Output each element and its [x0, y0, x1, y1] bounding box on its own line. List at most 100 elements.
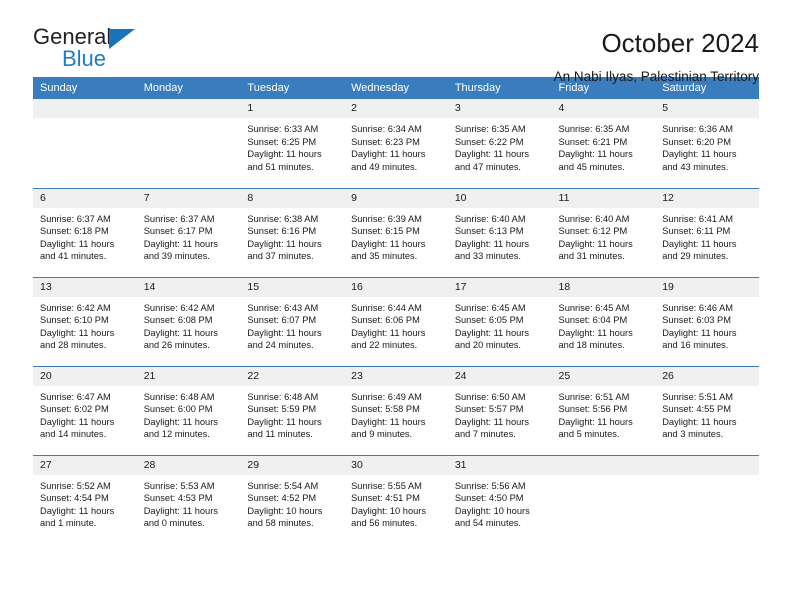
day-number: 31 [447, 455, 552, 475]
weekday-header-sunday: Sunday [33, 77, 137, 99]
calendar-day-cell[interactable]: 16 Sunrise: 6:44 AM Sunset: 6:06 PM Dayli… [344, 276, 448, 366]
day-number: 10 [447, 188, 552, 208]
calendar-day-cell[interactable]: 10 Sunrise: 6:40 AM Sunset: 6:13 PM Dayli… [447, 187, 552, 277]
logo-text-general: General [33, 24, 112, 49]
day-number: 4 [551, 99, 656, 118]
day-number: 21 [136, 366, 241, 386]
day-number: 12 [655, 188, 759, 208]
sun-times-text: Sunrise: 6:35 AM Sunset: 6:21 PM Dayligh… [558, 124, 633, 172]
day-number [136, 99, 241, 118]
sun-times-text: Sunrise: 6:43 AM Sunset: 6:07 PM Dayligh… [247, 302, 322, 351]
calendar-day-cell[interactable]: 31 Sunrise: 5:56 AM Sunset: 4:50 PM Dayli… [447, 454, 552, 544]
calendar-day-cell[interactable]: 9 Sunrise: 6:39 AM Sunset: 6:15 PM Daylig… [344, 187, 448, 277]
day-number: 5 [655, 99, 759, 118]
sun-times-text: Sunrise: 6:45 AM Sunset: 6:05 PM Dayligh… [454, 302, 530, 351]
calendar-day-cell[interactable]: 4 Sunrise: 6:35 AM Sunset: 6:21 PM Daylig… [551, 99, 656, 188]
calendar-day-cell[interactable]: 28 Sunrise: 5:53 AM Sunset: 4:53 PM Dayli… [136, 454, 241, 544]
day-number: 16 [344, 277, 448, 297]
day-number: 18 [551, 277, 656, 297]
day-number [33, 99, 137, 118]
calendar-day-cell[interactable]: 30 Sunrise: 5:55 AM Sunset: 4:51 PM Dayli… [344, 454, 448, 544]
day-number [551, 455, 656, 475]
sun-times-text: Sunrise: 6:48 AM Sunset: 6:00 PM Dayligh… [143, 391, 218, 440]
page-title: October 2024 [601, 28, 759, 58]
calendar-day-cell[interactable]: 19 Sunrise: 6:46 AM Sunset: 6:03 PM Dayli… [655, 276, 759, 366]
calendar-day-cell[interactable]: 3 Sunrise: 6:35 AM Sunset: 6:22 PM Daylig… [447, 99, 552, 188]
sun-times-text: Sunrise: 6:42 AM Sunset: 6:08 PM Dayligh… [143, 302, 218, 351]
calendar-week-row: 27 Sunrise: 5:52 AM Sunset: 4:54 PM Dayli… [33, 454, 759, 544]
sun-times-text: Sunrise: 6:37 AM Sunset: 6:17 PM Dayligh… [143, 213, 218, 262]
calendar-day-cell-empty [655, 454, 759, 544]
calendar-page: General Blue October 2024 An Nabi Ilyas,… [0, 0, 792, 612]
sun-times-text: Sunrise: 6:51 AM Sunset: 5:56 PM Dayligh… [558, 391, 633, 440]
day-number: 29 [240, 455, 345, 475]
calendar-week-row: 1 Sunrise: 6:33 AM Sunset: 6:25 PM Daylig… [33, 99, 759, 188]
calendar-day-cell[interactable]: 1 Sunrise: 6:33 AM Sunset: 6:25 PM Daylig… [240, 99, 345, 188]
sun-times-text: Sunrise: 6:48 AM Sunset: 5:59 PM Dayligh… [247, 391, 322, 440]
calendar-day-cell[interactable]: 7 Sunrise: 6:37 AM Sunset: 6:17 PM Daylig… [136, 187, 241, 277]
day-number: 7 [136, 188, 241, 208]
day-number: 27 [33, 455, 137, 475]
logo-text-blue: Blue [62, 46, 107, 71]
blue-triangle-icon [109, 29, 135, 49]
sun-times-text: Sunrise: 6:46 AM Sunset: 6:03 PM Dayligh… [662, 302, 737, 351]
calendar-day-cell[interactable]: 6 Sunrise: 6:37 AM Sunset: 6:18 PM Daylig… [33, 187, 137, 277]
day-number: 20 [33, 366, 137, 386]
calendar-week-row: 13 Sunrise: 6:42 AM Sunset: 6:10 PM Dayli… [33, 276, 759, 366]
weekday-header-tuesday: Tuesday [240, 77, 345, 99]
calendar-day-cell[interactable]: 15 Sunrise: 6:43 AM Sunset: 6:07 PM Dayli… [240, 276, 345, 366]
day-number: 25 [551, 366, 656, 386]
calendar-day-cell[interactable]: 22 Sunrise: 6:48 AM Sunset: 5:59 PM Dayli… [240, 365, 345, 455]
sun-times-text: Sunrise: 5:51 AM Sunset: 4:55 PM Dayligh… [662, 391, 737, 440]
calendar-day-cell[interactable]: 24 Sunrise: 6:50 AM Sunset: 5:57 PM Dayli… [447, 365, 552, 455]
calendar-day-cell[interactable]: 8 Sunrise: 6:38 AM Sunset: 6:16 PM Daylig… [240, 187, 345, 277]
calendar-day-cell-empty [136, 99, 241, 188]
calendar-day-cell[interactable]: 20 Sunrise: 6:47 AM Sunset: 6:02 PM Dayli… [33, 365, 137, 455]
calendar-day-cell[interactable]: 11 Sunrise: 6:40 AM Sunset: 6:12 PM Dayli… [551, 187, 656, 277]
sun-times-text: Sunrise: 6:45 AM Sunset: 6:04 PM Dayligh… [558, 302, 633, 351]
general-blue-logo[interactable]: General Blue [33, 26, 153, 74]
day-number [655, 455, 759, 475]
calendar-day-cell[interactable]: 14 Sunrise: 6:42 AM Sunset: 6:08 PM Dayli… [136, 276, 241, 366]
sun-times-text: Sunrise: 6:37 AM Sunset: 6:18 PM Dayligh… [40, 213, 115, 262]
sun-times-text: Sunrise: 5:54 AM Sunset: 4:52 PM Dayligh… [247, 480, 323, 529]
calendar-day-cell[interactable]: 5 Sunrise: 6:36 AM Sunset: 6:20 PM Daylig… [655, 99, 759, 188]
calendar-day-cell[interactable]: 21 Sunrise: 6:48 AM Sunset: 6:00 PM Dayli… [136, 365, 241, 455]
page-header: General Blue October 2024 An Nabi Ilyas,… [33, 0, 759, 85]
day-number: 8 [240, 188, 345, 208]
day-number: 22 [240, 366, 345, 386]
calendar-day-cell[interactable]: 29 Sunrise: 5:54 AM Sunset: 4:52 PM Dayli… [240, 454, 345, 544]
calendar-day-cell[interactable]: 25 Sunrise: 6:51 AM Sunset: 5:56 PM Dayli… [551, 365, 656, 455]
day-number: 24 [447, 366, 552, 386]
calendar-day-cell[interactable]: 12 Sunrise: 6:41 AM Sunset: 6:11 PM Dayli… [655, 187, 759, 277]
sun-times-text: Sunrise: 6:49 AM Sunset: 5:58 PM Dayligh… [351, 391, 426, 440]
sun-times-text: Sunrise: 6:40 AM Sunset: 6:12 PM Dayligh… [558, 213, 633, 262]
calendar-day-cell[interactable]: 2 Sunrise: 6:34 AM Sunset: 6:23 PM Daylig… [344, 99, 448, 188]
calendar-day-cell-empty [551, 454, 656, 544]
calendar-day-cell[interactable]: 13 Sunrise: 6:42 AM Sunset: 6:10 PM Dayli… [33, 276, 137, 366]
weekday-header-wednesday: Wednesday [344, 77, 448, 99]
calendar-day-cell[interactable]: 18 Sunrise: 6:45 AM Sunset: 6:04 PM Dayli… [551, 276, 656, 366]
calendar-day-cell[interactable]: 23 Sunrise: 6:49 AM Sunset: 5:58 PM Dayli… [344, 365, 448, 455]
day-number: 14 [136, 277, 241, 297]
weekday-header-thursday: Thursday [447, 77, 552, 99]
day-number: 23 [344, 366, 448, 386]
calendar-day-cell-empty [33, 99, 137, 188]
day-number: 9 [344, 188, 448, 208]
day-number: 15 [240, 277, 345, 297]
calendar-day-cell[interactable]: 27 Sunrise: 5:52 AM Sunset: 4:54 PM Dayli… [33, 454, 137, 544]
sun-times-text: Sunrise: 6:41 AM Sunset: 6:11 PM Dayligh… [662, 213, 737, 262]
sun-times-text: Sunrise: 5:52 AM Sunset: 4:54 PM Dayligh… [40, 480, 115, 529]
title-block: October 2024 An Nabi Ilyas, Palestinian … [554, 26, 759, 85]
calendar-day-cell[interactable]: 26 Sunrise: 5:51 AM Sunset: 4:55 PM Dayli… [655, 365, 759, 455]
calendar-body: 1 Sunrise: 6:33 AM Sunset: 6:25 PM Daylig… [33, 99, 759, 544]
day-number: 6 [33, 188, 137, 208]
sun-times-text: Sunrise: 6:50 AM Sunset: 5:57 PM Dayligh… [454, 391, 530, 440]
sun-times-text: Sunrise: 6:42 AM Sunset: 6:10 PM Dayligh… [40, 302, 115, 351]
calendar-day-cell[interactable]: 17 Sunrise: 6:45 AM Sunset: 6:05 PM Dayli… [447, 276, 552, 366]
day-number: 11 [551, 188, 656, 208]
day-number: 1 [240, 99, 345, 118]
sun-times-text: Sunrise: 6:33 AM Sunset: 6:25 PM Dayligh… [247, 124, 322, 172]
sun-times-text: Sunrise: 6:40 AM Sunset: 6:13 PM Dayligh… [454, 213, 530, 262]
sun-times-text: Sunrise: 6:44 AM Sunset: 6:06 PM Dayligh… [351, 302, 426, 351]
